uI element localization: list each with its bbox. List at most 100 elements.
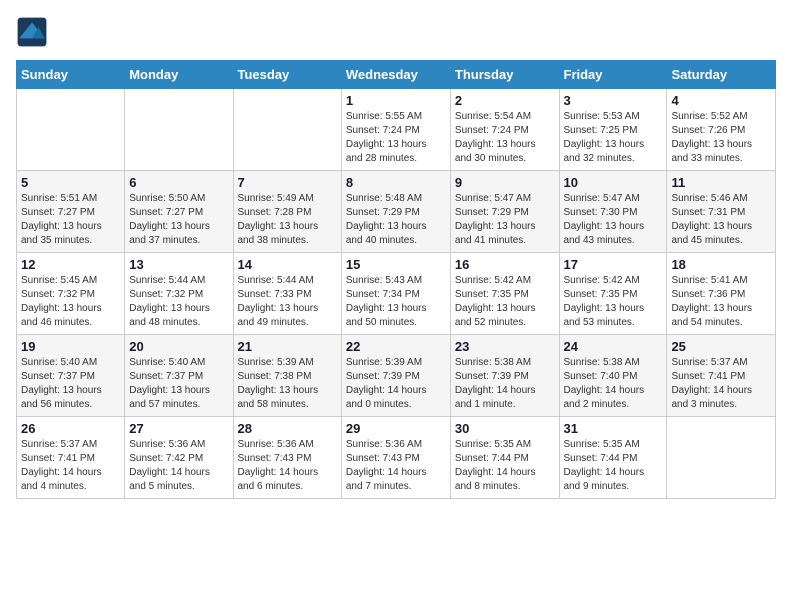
day-info: Sunrise: 5:36 AM Sunset: 7:43 PM Dayligh…	[238, 438, 337, 494]
day-info: Sunrise: 5:46 AM Sunset: 7:31 PM Dayligh…	[671, 192, 771, 248]
calendar-cell: 13 Sunrise: 5:44 AM Sunset: 7:32 PM Dayli…	[125, 253, 233, 335]
day-info: Sunrise: 5:45 AM Sunset: 7:32 PM Dayligh…	[21, 274, 120, 330]
day-info: Sunrise: 5:36 AM Sunset: 7:43 PM Dayligh…	[346, 438, 446, 494]
day-number: 24	[564, 339, 663, 354]
day-number: 2	[455, 93, 555, 108]
calendar-cell	[667, 417, 776, 499]
day-info: Sunrise: 5:40 AM Sunset: 7:37 PM Dayligh…	[21, 356, 120, 412]
calendar-week-3: 12 Sunrise: 5:45 AM Sunset: 7:32 PM Dayli…	[17, 253, 776, 335]
day-info: Sunrise: 5:43 AM Sunset: 7:34 PM Dayligh…	[346, 274, 446, 330]
day-number: 27	[129, 421, 228, 436]
day-number: 17	[564, 257, 663, 272]
day-info: Sunrise: 5:35 AM Sunset: 7:44 PM Dayligh…	[564, 438, 663, 494]
day-info: Sunrise: 5:38 AM Sunset: 7:39 PM Dayligh…	[455, 356, 555, 412]
day-number: 15	[346, 257, 446, 272]
calendar-cell: 24 Sunrise: 5:38 AM Sunset: 7:40 PM Dayli…	[559, 335, 667, 417]
day-info: Sunrise: 5:41 AM Sunset: 7:36 PM Dayligh…	[671, 274, 771, 330]
day-number: 10	[564, 175, 663, 190]
calendar-cell: 31 Sunrise: 5:35 AM Sunset: 7:44 PM Dayli…	[559, 417, 667, 499]
calendar-week-2: 5Sunrise: 5:51 AM Sunset: 7:27 PM Daylig…	[17, 171, 776, 253]
day-info: Sunrise: 5:44 AM Sunset: 7:33 PM Dayligh…	[238, 274, 337, 330]
day-number: 28	[238, 421, 337, 436]
calendar-cell: 25 Sunrise: 5:37 AM Sunset: 7:41 PM Dayli…	[667, 335, 776, 417]
day-info: Sunrise: 5:35 AM Sunset: 7:44 PM Dayligh…	[455, 438, 555, 494]
calendar-cell	[17, 89, 125, 171]
day-info: Sunrise: 5:40 AM Sunset: 7:37 PM Dayligh…	[129, 356, 228, 412]
calendar-cell: 6 Sunrise: 5:50 AM Sunset: 7:27 PM Daylig…	[125, 171, 233, 253]
day-info: Sunrise: 5:52 AM Sunset: 7:26 PM Dayligh…	[671, 110, 771, 166]
calendar-cell: 1 Sunrise: 5:55 AM Sunset: 7:24 PM Daylig…	[341, 89, 450, 171]
calendar-week-1: 1 Sunrise: 5:55 AM Sunset: 7:24 PM Daylig…	[17, 89, 776, 171]
day-number: 26	[21, 421, 120, 436]
logo-icon	[16, 16, 48, 48]
calendar-table: SundayMondayTuesdayWednesdayThursdayFrid…	[16, 60, 776, 499]
day-info: Sunrise: 5:50 AM Sunset: 7:27 PM Dayligh…	[129, 192, 228, 248]
calendar-cell: 23 Sunrise: 5:38 AM Sunset: 7:39 PM Dayli…	[450, 335, 559, 417]
day-number: 3	[564, 93, 663, 108]
day-info: Sunrise: 5:36 AM Sunset: 7:42 PM Dayligh…	[129, 438, 228, 494]
day-number: 12	[21, 257, 120, 272]
day-number: 29	[346, 421, 446, 436]
page-header	[16, 16, 776, 48]
calendar-cell: 9 Sunrise: 5:47 AM Sunset: 7:29 PM Daylig…	[450, 171, 559, 253]
calendar-cell: 21 Sunrise: 5:39 AM Sunset: 7:38 PM Dayli…	[233, 335, 341, 417]
day-number: 13	[129, 257, 228, 272]
calendar-cell: 18Sunrise: 5:41 AM Sunset: 7:36 PM Dayli…	[667, 253, 776, 335]
calendar-cell: 3 Sunrise: 5:53 AM Sunset: 7:25 PM Daylig…	[559, 89, 667, 171]
day-number: 11	[671, 175, 771, 190]
day-info: Sunrise: 5:42 AM Sunset: 7:35 PM Dayligh…	[564, 274, 663, 330]
calendar-cell: 30 Sunrise: 5:35 AM Sunset: 7:44 PM Dayli…	[450, 417, 559, 499]
day-info: Sunrise: 5:38 AM Sunset: 7:40 PM Dayligh…	[564, 356, 663, 412]
calendar-cell: 19 Sunrise: 5:40 AM Sunset: 7:37 PM Dayli…	[17, 335, 125, 417]
calendar-week-5: 26Sunrise: 5:37 AM Sunset: 7:41 PM Dayli…	[17, 417, 776, 499]
day-number: 9	[455, 175, 555, 190]
day-number: 16	[455, 257, 555, 272]
calendar-cell: 4 Sunrise: 5:52 AM Sunset: 7:26 PM Daylig…	[667, 89, 776, 171]
day-number: 19	[21, 339, 120, 354]
calendar-cell: 16Sunrise: 5:42 AM Sunset: 7:35 PM Dayli…	[450, 253, 559, 335]
calendar-cell: 26Sunrise: 5:37 AM Sunset: 7:41 PM Dayli…	[17, 417, 125, 499]
weekday-saturday: Saturday	[667, 61, 776, 89]
calendar-cell	[125, 89, 233, 171]
calendar-cell: 11 Sunrise: 5:46 AM Sunset: 7:31 PM Dayli…	[667, 171, 776, 253]
day-number: 20	[129, 339, 228, 354]
calendar-body: 1 Sunrise: 5:55 AM Sunset: 7:24 PM Daylig…	[17, 89, 776, 499]
day-number: 30	[455, 421, 555, 436]
day-info: Sunrise: 5:37 AM Sunset: 7:41 PM Dayligh…	[671, 356, 771, 412]
calendar-cell	[233, 89, 341, 171]
day-info: Sunrise: 5:44 AM Sunset: 7:32 PM Dayligh…	[129, 274, 228, 330]
weekday-monday: Monday	[125, 61, 233, 89]
day-info: Sunrise: 5:49 AM Sunset: 7:28 PM Dayligh…	[238, 192, 337, 248]
calendar-cell: 27 Sunrise: 5:36 AM Sunset: 7:42 PM Dayli…	[125, 417, 233, 499]
day-number: 1	[346, 93, 446, 108]
weekday-friday: Friday	[559, 61, 667, 89]
calendar-cell: 2 Sunrise: 5:54 AM Sunset: 7:24 PM Daylig…	[450, 89, 559, 171]
day-info: Sunrise: 5:48 AM Sunset: 7:29 PM Dayligh…	[346, 192, 446, 248]
calendar-cell: 8 Sunrise: 5:48 AM Sunset: 7:29 PM Daylig…	[341, 171, 450, 253]
day-info: Sunrise: 5:47 AM Sunset: 7:30 PM Dayligh…	[564, 192, 663, 248]
day-number: 5	[21, 175, 120, 190]
calendar-cell: 14Sunrise: 5:44 AM Sunset: 7:33 PM Dayli…	[233, 253, 341, 335]
calendar-cell: 29 Sunrise: 5:36 AM Sunset: 7:43 PM Dayli…	[341, 417, 450, 499]
day-number: 8	[346, 175, 446, 190]
logo	[16, 16, 52, 48]
day-number: 23	[455, 339, 555, 354]
weekday-tuesday: Tuesday	[233, 61, 341, 89]
day-info: Sunrise: 5:53 AM Sunset: 7:25 PM Dayligh…	[564, 110, 663, 166]
calendar-header: SundayMondayTuesdayWednesdayThursdayFrid…	[17, 61, 776, 89]
day-info: Sunrise: 5:39 AM Sunset: 7:38 PM Dayligh…	[238, 356, 337, 412]
day-number: 21	[238, 339, 337, 354]
day-info: Sunrise: 5:39 AM Sunset: 7:39 PM Dayligh…	[346, 356, 446, 412]
day-number: 4	[671, 93, 771, 108]
calendar-cell: 10 Sunrise: 5:47 AM Sunset: 7:30 PM Dayli…	[559, 171, 667, 253]
day-info: Sunrise: 5:54 AM Sunset: 7:24 PM Dayligh…	[455, 110, 555, 166]
calendar-cell: 12 Sunrise: 5:45 AM Sunset: 7:32 PM Dayli…	[17, 253, 125, 335]
weekday-wednesday: Wednesday	[341, 61, 450, 89]
day-info: Sunrise: 5:55 AM Sunset: 7:24 PM Dayligh…	[346, 110, 446, 166]
day-number: 31	[564, 421, 663, 436]
weekday-thursday: Thursday	[450, 61, 559, 89]
day-number: 6	[129, 175, 228, 190]
calendar-cell: 28 Sunrise: 5:36 AM Sunset: 7:43 PM Dayli…	[233, 417, 341, 499]
day-number: 25	[671, 339, 771, 354]
day-info: Sunrise: 5:47 AM Sunset: 7:29 PM Dayligh…	[455, 192, 555, 248]
